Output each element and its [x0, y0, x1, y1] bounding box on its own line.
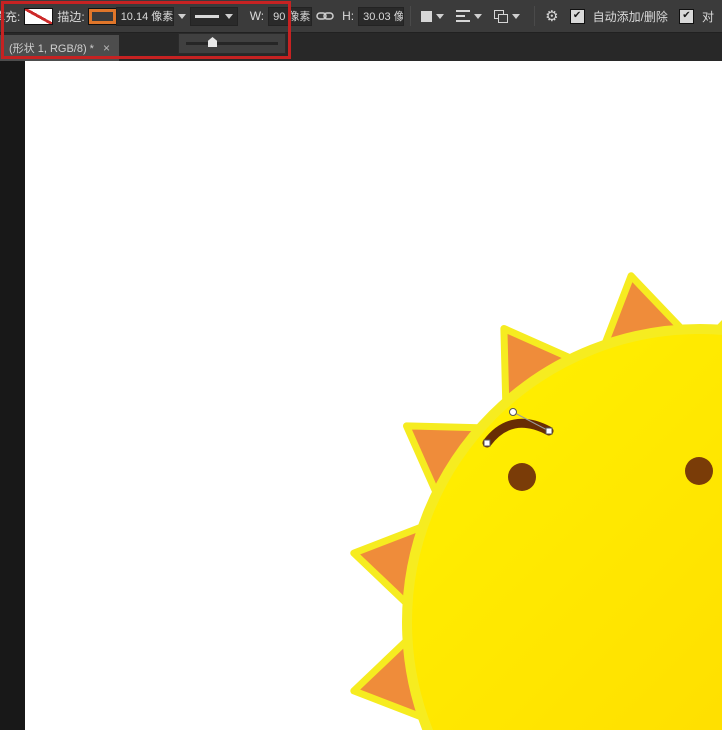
sun-eye: [508, 463, 536, 491]
chevron-down-icon: [512, 14, 520, 19]
chevron-down-icon: [225, 14, 233, 19]
link-dimensions-icon[interactable]: [316, 10, 334, 22]
bezier-handle-point[interactable]: [510, 409, 517, 416]
document-tabbar: (形状 1, RGB/8) * ×: [0, 33, 722, 61]
height-label: H:: [342, 9, 354, 23]
sun-eye: [685, 457, 713, 485]
document-tab-title: (形状 1, RGB/8) *: [9, 40, 94, 56]
chevron-down-icon: [474, 14, 482, 19]
stroke-swatch[interactable]: [89, 9, 116, 24]
stroke-style-select[interactable]: [190, 7, 238, 26]
align-edges-label: 对: [702, 8, 714, 25]
solid-line-icon: [195, 15, 219, 18]
workspace-left-strip: [0, 61, 25, 730]
width-field[interactable]: 90 像素: [268, 7, 312, 26]
chevron-down-icon[interactable]: [178, 14, 186, 19]
options-toolbar: 填充: 描边: 10.14 像素 W: 90 像素 H: 30.03 像 ⚙ ✔…: [0, 0, 722, 33]
path-alignment-button[interactable]: [456, 10, 486, 22]
path-arrangement-button[interactable]: [494, 10, 524, 23]
sun-drawing: [25, 61, 722, 730]
stroke-width-field[interactable]: 10.14 像素: [116, 7, 174, 26]
arrange-icon: [494, 10, 508, 23]
document-tab[interactable]: (形状 1, RGB/8) * ×: [0, 35, 119, 61]
sun-body: [407, 329, 722, 730]
height-field[interactable]: 30.03 像: [358, 7, 404, 26]
auto-add-delete-checkbox[interactable]: ✔: [570, 9, 585, 24]
anchor-point[interactable]: [546, 428, 552, 434]
toolbar-divider: [410, 6, 411, 26]
gear-icon[interactable]: ⚙: [545, 7, 558, 25]
toolbar-divider: [534, 6, 535, 26]
anchor-point[interactable]: [484, 440, 490, 446]
path-operations-button[interactable]: [421, 11, 448, 22]
align-icon: [456, 10, 470, 22]
auto-add-delete-label: 自动添加/删除: [593, 8, 668, 25]
slider-track[interactable]: [186, 42, 278, 45]
chevron-down-icon: [436, 14, 444, 19]
align-edges-checkbox[interactable]: ✔: [679, 9, 694, 24]
fill-swatch[interactable]: [24, 8, 53, 25]
stroke-label: 描边:: [57, 8, 84, 25]
stroke-width-slider-popup: [178, 33, 286, 54]
width-label: W:: [250, 9, 264, 23]
slider-thumb[interactable]: [208, 37, 217, 47]
document-canvas[interactable]: [25, 61, 722, 730]
close-icon[interactable]: ×: [103, 41, 110, 55]
path-operations-icon: [421, 11, 432, 22]
fill-label: 填充:: [0, 8, 20, 25]
